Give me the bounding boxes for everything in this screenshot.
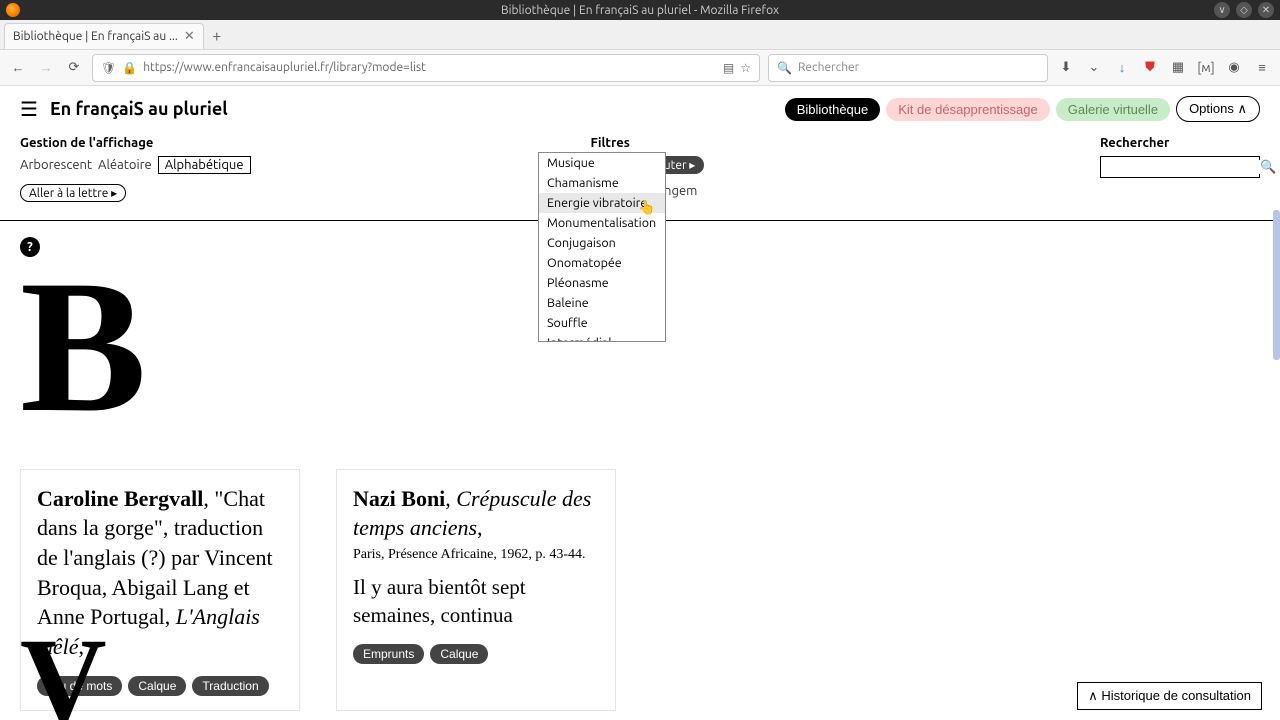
dropdown-item[interactable]: Souffle	[539, 313, 665, 333]
forward-button[interactable]: →	[36, 58, 56, 78]
pocket-icon[interactable]: ⌄	[1084, 58, 1104, 78]
goto-letter-button[interactable]: Aller à la lettre ▸	[20, 184, 126, 202]
filters-label: Filtres	[591, 136, 705, 150]
mode-alphabetique[interactable]: Alphabétique	[158, 156, 251, 174]
hamburger-menu-icon[interactable]: ≡	[1252, 58, 1272, 78]
tag-dropdown[interactable]: MusiqueChamanismeEnergie vibratoireMonum…	[538, 152, 666, 342]
site-search-input[interactable]	[1105, 160, 1260, 174]
nav-pills: Bibliothèque Kit de désapprentissage Gal…	[785, 96, 1260, 122]
card-tags: Emprunts Calque	[353, 644, 599, 664]
card-excerpt: Il y aura bientôt sept semaines, continu…	[353, 573, 599, 630]
search-icon[interactable]: 🔍	[1260, 160, 1276, 175]
site-title: En françaiS au pluriel	[50, 99, 228, 119]
dropdown-item[interactable]: Onomatopée	[539, 253, 665, 273]
download-arrow-icon[interactable]: ↓	[1112, 58, 1132, 78]
lock-icon: 🔒	[122, 61, 137, 75]
extension-icon-1[interactable]: ▦	[1168, 58, 1188, 78]
page-scrollbar[interactable]	[1273, 210, 1280, 360]
close-icon[interactable]: ✕	[1258, 2, 1274, 18]
display-label: Gestion de l'affichage	[20, 136, 251, 150]
next-section-letter: V	[20, 611, 107, 720]
search-placeholder: Rechercher	[798, 61, 859, 74]
history-button[interactable]: ∧ Historique de consultation	[1077, 682, 1262, 710]
extension-icon-3[interactable]: ◉	[1224, 58, 1244, 78]
display-group: Gestion de l'affichage Arborescent Aléat…	[20, 136, 251, 202]
ublock-icon[interactable]: ⛊	[1140, 58, 1160, 78]
card-tag[interactable]: Traduction	[192, 676, 268, 696]
page-viewport: ☰ En françaiS au pluriel Bibliothèque Ki…	[0, 86, 1280, 720]
site-menu-icon[interactable]: ☰	[20, 97, 38, 121]
new-tab-button[interactable]: +	[204, 23, 230, 49]
card[interactable]: Nazi Boni, Crépuscule des temps anciens,…	[336, 469, 616, 711]
minimize-icon[interactable]: ∨	[1214, 2, 1230, 18]
dropdown-item[interactable]: Chamanisme	[539, 173, 665, 193]
dropdown-item[interactable]: Intermédial	[539, 333, 665, 342]
nav-kit[interactable]: Kit de désapprentissage	[886, 98, 1049, 121]
dropdown-item[interactable]: Pléonasme	[539, 273, 665, 293]
card-author: Caroline Bergvall	[37, 486, 203, 511]
cards-row: Caroline Bergvall, "Chat dans la gorge",…	[20, 469, 1260, 711]
browser-tabbar: Bibliothèque | En françaiS au ... ✕ +	[0, 20, 1280, 50]
browser-tab[interactable]: Bibliothèque | En françaiS au ... ✕	[4, 23, 204, 49]
card-tag[interactable]: Emprunts	[353, 644, 424, 664]
tab-title: Bibliothèque | En françaiS au ...	[13, 30, 178, 43]
browser-search-bar[interactable]: 🔍 Rechercher	[768, 54, 1048, 82]
url-bar[interactable]: 🛡 🔒 https://www.enfrancaisaupluriel.fr/l…	[92, 54, 760, 82]
mode-aleatoire[interactable]: Aléatoire	[98, 158, 152, 172]
reload-button[interactable]: ⟳	[64, 58, 84, 78]
window-titlebar: Bibliothèque | En françaiS au pluriel - …	[0, 0, 1280, 20]
extension-icon-2[interactable]: [м]	[1196, 58, 1216, 78]
card-tag[interactable]: Calque	[128, 676, 186, 696]
card-publication: Paris, Présence Africaine, 1962, p. 43-4…	[353, 547, 599, 563]
dropdown-item[interactable]: Musique	[539, 153, 665, 173]
nav-options[interactable]: Options ∧	[1176, 96, 1260, 122]
back-button[interactable]: ←	[8, 58, 28, 78]
mode-arborescent[interactable]: Arborescent	[20, 158, 92, 172]
search-label: Rechercher	[1100, 136, 1260, 150]
window-title: Bibliothèque | En françaiS au pluriel - …	[501, 4, 779, 17]
bookmark-star-icon[interactable]: ☆	[740, 61, 751, 75]
nav-bibliotheque[interactable]: Bibliothèque	[785, 98, 881, 121]
url-text: https://www.enfrancaisaupluriel.fr/libra…	[143, 61, 717, 74]
dropdown-item[interactable]: Energie vibratoire	[539, 193, 665, 213]
dropdown-item[interactable]: Monumentalisation	[539, 213, 665, 233]
dropdown-item[interactable]: Baleine	[539, 293, 665, 313]
browser-navbar: ← → ⟳ 🛡 🔒 https://www.enfrancaisauplurie…	[0, 50, 1280, 86]
maximize-icon[interactable]: ◇	[1236, 2, 1252, 18]
reader-icon[interactable]: ▤	[723, 61, 734, 75]
nav-galerie[interactable]: Galerie virtuelle	[1056, 98, 1170, 121]
firefox-logo-icon	[6, 3, 20, 17]
dropdown-item[interactable]: Conjugaison	[539, 233, 665, 253]
shield-icon: 🛡	[101, 61, 116, 75]
card-heading: Nazi Boni, Crépuscule des temps anciens,	[353, 484, 599, 543]
tab-close-icon[interactable]: ✕	[184, 29, 195, 44]
search-icon: 🔍	[777, 61, 792, 75]
search-group: Rechercher 🔍	[1100, 136, 1260, 202]
card-tag[interactable]: Calque	[430, 644, 488, 664]
site-header: ☰ En françaiS au pluriel Bibliothèque Ki…	[0, 86, 1280, 130]
site-search-box[interactable]: 🔍	[1100, 156, 1260, 178]
card-author: Nazi Boni	[353, 486, 445, 511]
downloads-icon[interactable]: ⬇	[1056, 58, 1076, 78]
